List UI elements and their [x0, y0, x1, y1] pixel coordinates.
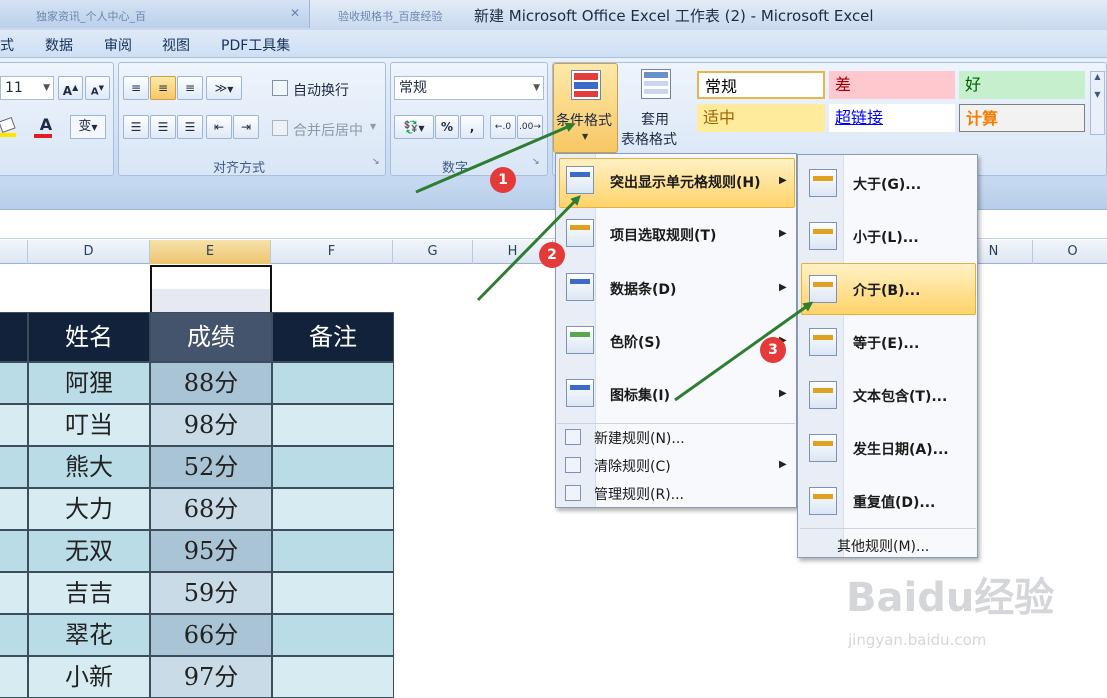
watermark-url: jingyan.baidu.com	[848, 631, 987, 649]
step-badge-2: 2	[539, 242, 565, 268]
watermark-brand: Baidu经验	[846, 575, 1055, 621]
step-badge-1: 1	[490, 167, 516, 193]
arrow-3	[674, 301, 814, 402]
step-badge-3: 3	[760, 337, 786, 363]
